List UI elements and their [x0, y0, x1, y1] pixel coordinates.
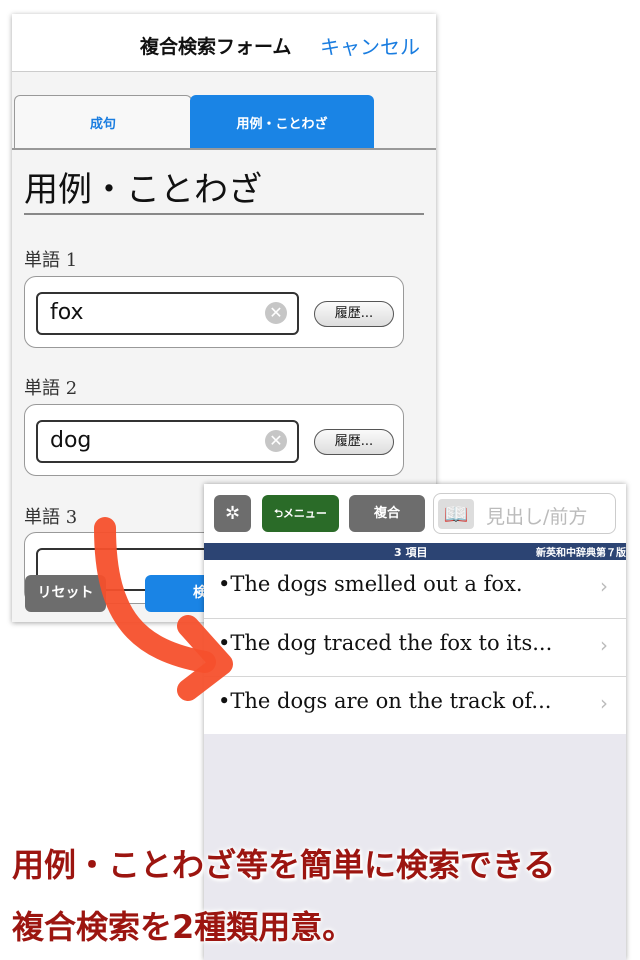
- arrow-icon: [94, 517, 233, 701]
- caption-line-1: 用例・ことわざ等を簡単に検索できる: [12, 846, 556, 884]
- caption-line-2: 複合検索を2種類用意。: [12, 908, 355, 946]
